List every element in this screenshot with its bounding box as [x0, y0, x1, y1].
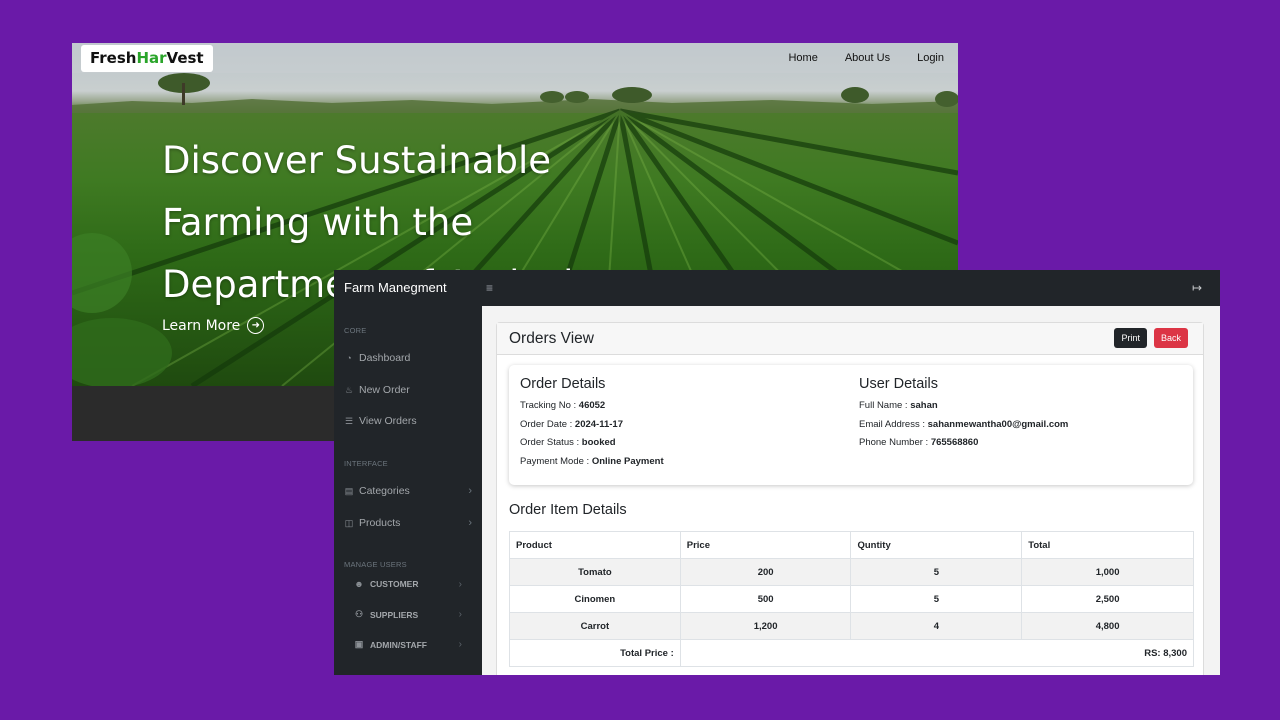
- order-details-heading: Order Details: [520, 376, 606, 392]
- users-icon: ⚇: [354, 609, 364, 619]
- column-header-total: Total: [1021, 531, 1194, 559]
- cell-price: 1,200: [679, 612, 852, 640]
- learn-more-label: Learn More: [162, 317, 241, 334]
- learn-more-link[interactable]: Learn More ➜: [162, 317, 265, 334]
- bars-icon[interactable]: ≡: [486, 270, 493, 306]
- phone-row: Phone Number : 765568860: [859, 437, 979, 448]
- sidebar-heading-core: CORE: [344, 326, 367, 335]
- sidebar-item-label: View Orders: [359, 415, 417, 427]
- table-row: Cinomen 500 5 2,500: [509, 585, 1194, 613]
- user-circle-icon: ☻: [354, 579, 364, 589]
- sidebar-item-dashboard[interactable]: ◔ Dashboard: [344, 352, 472, 364]
- cell-price: 200: [679, 558, 852, 586]
- user-details-section: User Details Full Name : sahan Email Add…: [859, 365, 1068, 453]
- sidebar: CORE ◔ Dashboard ♨ New Order ☰ View Orde…: [334, 306, 482, 675]
- payment-mode-value: Online Payment: [591, 455, 664, 467]
- phone-value: 765568860: [930, 437, 979, 448]
- cell-quantity: 4: [850, 612, 1023, 640]
- order-items-heading: Order Item Details: [509, 502, 627, 518]
- cell-total: 2,500: [1021, 585, 1194, 613]
- tracking-no-value: 46052: [578, 400, 606, 411]
- sidebar-item-label: Dashboard: [359, 352, 411, 364]
- nav-home-link[interactable]: Home: [788, 52, 817, 64]
- cell-price: 500: [679, 585, 852, 613]
- hero-line-1: Discover Sustainable: [162, 139, 551, 182]
- chevron-right-icon: ›: [458, 578, 462, 590]
- back-button[interactable]: Back: [1153, 328, 1188, 348]
- order-date-value: 2024-11-17: [574, 418, 623, 430]
- sidebar-item-categories[interactable]: ▤ Categories ›: [344, 485, 472, 497]
- card-header: Orders View Print Back: [497, 323, 1203, 355]
- page-title: Orders View: [509, 330, 594, 347]
- sidebar-item-label: Products: [359, 517, 401, 529]
- chevron-right-icon: ›: [468, 485, 472, 497]
- order-date-row: Order Date : 2024-11-17: [520, 418, 623, 430]
- order-user-details-box: Order Details Tracking No : 46052 Order …: [509, 365, 1193, 485]
- sidebar-item-label: SUPPLIERS: [370, 609, 419, 620]
- sidebar-item-label: New Order: [359, 384, 410, 396]
- email-row: Email Address : sahanmewantha00@gmail.co…: [859, 418, 1069, 430]
- sign-out-icon[interactable]: ↦: [1192, 270, 1202, 306]
- print-button[interactable]: Print: [1114, 328, 1147, 348]
- landing-nav-links: Home About Us Login: [788, 43, 944, 73]
- orders-view-card: Orders View Print Back Order Details Tra…: [496, 322, 1204, 675]
- sidebar-item-label: Categories: [359, 485, 410, 497]
- order-status-value: booked: [581, 437, 616, 448]
- top-navbar: Farm Manegment ≡ ↦: [334, 270, 1220, 306]
- order-details-section: Order Details Tracking No : 46052 Order …: [520, 365, 664, 471]
- chevron-right-icon: ›: [458, 609, 462, 620]
- hero-line-2: Farming with the: [162, 201, 474, 244]
- app-brand[interactable]: Farm Manegment: [344, 270, 447, 306]
- sidebar-item-customer[interactable]: ☻ CUSTOMER ›: [354, 578, 462, 590]
- sidebar-heading-manage-users: MANAGE USERS: [344, 560, 407, 569]
- tachometer-icon: ◔: [346, 353, 352, 363]
- list-icon: ☰: [344, 415, 354, 426]
- arrow-right-circle-icon: ➜: [247, 317, 265, 334]
- cell-product: Tomato: [509, 558, 681, 586]
- id-card-icon: ▣: [354, 639, 364, 649]
- sidebar-item-admin-staff[interactable]: ▣ ADMIN/STAFF ›: [354, 639, 462, 650]
- total-price-row: Total Price : RS: 8,300: [509, 639, 1195, 667]
- column-header-product: Product: [509, 531, 681, 559]
- landing-navbar: FreshHarVest Home About Us Login: [72, 43, 958, 73]
- total-price-value: RS: 8,300: [679, 639, 1195, 667]
- sidebar-item-view-orders[interactable]: ☰ View Orders: [344, 415, 472, 427]
- cell-product: Cinomen: [509, 585, 681, 613]
- column-header-price: Price: [679, 531, 852, 559]
- table-row: Tomato 200 5 1,000: [509, 558, 1194, 586]
- cell-product: Carrot: [509, 612, 681, 640]
- chevron-right-icon: ›: [468, 517, 472, 529]
- folder-icon: ▤: [344, 485, 354, 496]
- cell-total: 1,000: [1021, 558, 1194, 586]
- admin-window: Farm Manegment ≡ ↦ CORE ◔ Dashboard ♨ Ne…: [334, 270, 1220, 675]
- chevron-right-icon: ›: [458, 639, 462, 650]
- order-status-row: Order Status : booked: [520, 437, 616, 448]
- sidebar-item-new-order[interactable]: ♨ New Order: [344, 384, 472, 396]
- freshharvest-logo[interactable]: FreshHarVest: [81, 45, 213, 72]
- tracking-no-row: Tracking No : 46052: [520, 400, 606, 411]
- column-header-quantity: Quntity: [850, 531, 1023, 559]
- cell-quantity: 5: [850, 558, 1023, 586]
- user-details-heading: User Details: [859, 376, 938, 392]
- nav-login-link[interactable]: Login: [917, 52, 944, 64]
- table-header-row: Product Price Quntity Total: [509, 531, 1194, 559]
- payment-mode-row: Payment Mode : Online Payment: [520, 455, 664, 467]
- sidebar-item-suppliers[interactable]: ⚇ SUPPLIERS ›: [354, 609, 462, 620]
- total-price-label: Total Price :: [509, 639, 681, 667]
- cell-total: 4,800: [1021, 612, 1194, 640]
- bell-icon: ♨: [344, 384, 354, 395]
- nav-about-link[interactable]: About Us: [845, 52, 890, 64]
- main-content: Orders View Print Back Order Details Tra…: [482, 306, 1220, 675]
- table-row: Carrot 1,200 4 4,800: [509, 612, 1194, 640]
- sidebar-item-label: CUSTOMER: [370, 579, 419, 589]
- sidebar-heading-interface: INTERFACE: [344, 459, 388, 468]
- table-icon: ◫: [344, 517, 354, 528]
- sidebar-item-products[interactable]: ◫ Products ›: [344, 517, 472, 529]
- full-name-value: sahan: [910, 400, 938, 411]
- order-items-table: Product Price Quntity Total Tomato 200 5…: [509, 531, 1195, 667]
- cell-quantity: 5: [850, 585, 1023, 613]
- sidebar-item-label: ADMIN/STAFF: [370, 639, 427, 650]
- full-name-row: Full Name : sahan: [859, 400, 938, 411]
- email-value: sahanmewantha00@gmail.com: [927, 418, 1069, 430]
